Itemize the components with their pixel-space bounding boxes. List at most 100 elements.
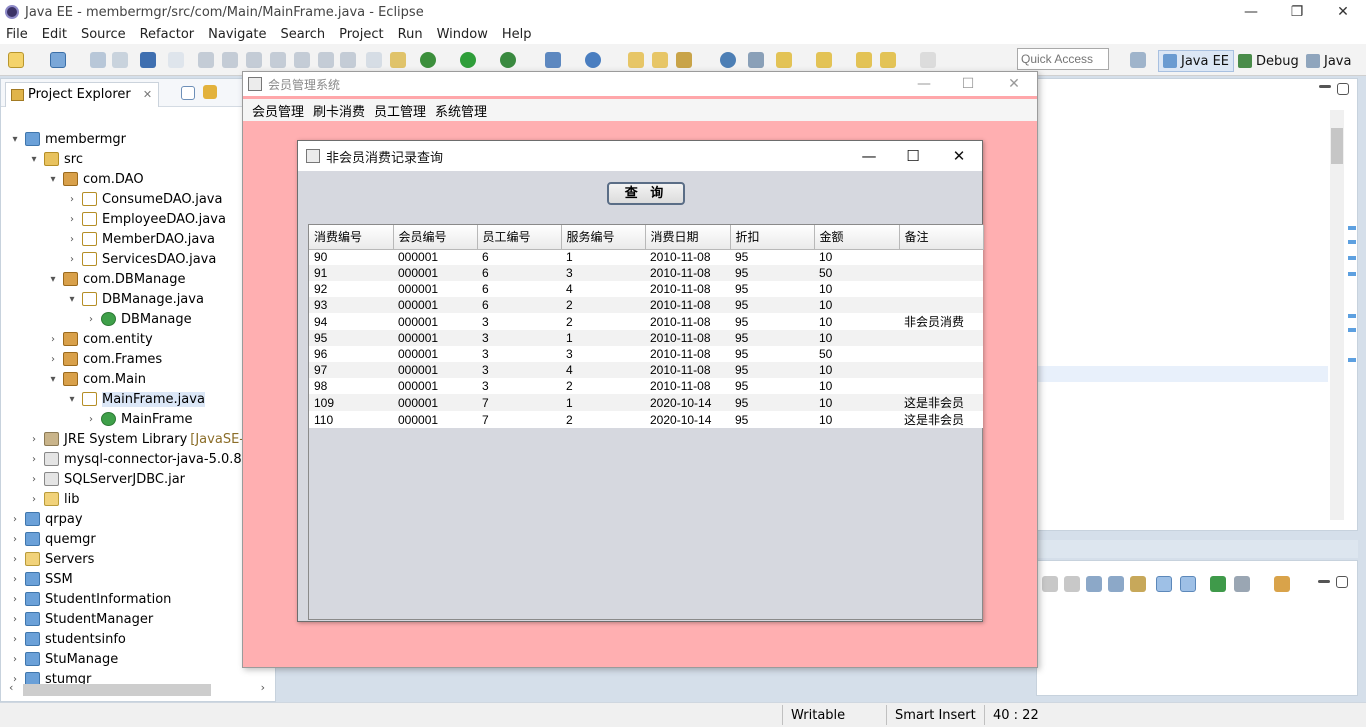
table-cell[interactable]: 95	[309, 330, 393, 346]
table-cell[interactable]: 95	[730, 411, 814, 428]
display-console-icon[interactable]	[1234, 576, 1250, 592]
table-cell[interactable]: 000001	[393, 330, 477, 346]
tree-item[interactable]: ▾ com.Main	[47, 369, 145, 389]
menu-edit[interactable]: Edit	[42, 27, 67, 42]
table-cell[interactable]: 000001	[393, 411, 477, 428]
perspective-java-ee[interactable]: Java EE	[1158, 50, 1235, 72]
tree-item[interactable]: › qrpay	[9, 509, 83, 529]
menu-card-consumption[interactable]: 刷卡消费	[313, 101, 365, 120]
tree-item[interactable]: › lib	[28, 489, 79, 509]
table-cell[interactable]: 91	[309, 265, 393, 281]
table-column-header[interactable]: 折扣	[730, 225, 815, 250]
chevron-right-icon[interactable]: ›	[9, 634, 21, 645]
tree-item[interactable]: › MainFrame	[85, 409, 193, 429]
table-cell[interactable]: 1	[561, 249, 645, 265]
overview-marker[interactable]	[1348, 272, 1356, 276]
table-cell[interactable]: 2	[561, 297, 645, 313]
chevron-right-icon[interactable]: ›	[9, 554, 21, 565]
menu-window[interactable]: Window	[437, 27, 488, 42]
table-cell[interactable]: 000001	[393, 394, 477, 411]
menu-employee-management[interactable]: 员工管理	[374, 101, 426, 120]
table-column-header[interactable]: 金额	[814, 225, 900, 250]
table-cell[interactable]: 90	[309, 249, 393, 265]
table-cell[interactable]: 3	[477, 362, 561, 378]
tree-item[interactable]: ▾ DBManage.java	[66, 289, 203, 309]
table-row[interactable]: 109 000001 7 1 2020-10-14 95 10 这是非会员	[309, 394, 983, 411]
maximize-view-icon[interactable]	[1337, 83, 1349, 95]
chevron-down-icon[interactable]: ▾	[47, 374, 59, 385]
table-cell[interactable]: 2010-11-08	[645, 265, 730, 281]
table-cell[interactable]: 6	[477, 281, 561, 297]
drop-to-frame-icon[interactable]	[340, 52, 356, 68]
scroll-right-icon[interactable]: ›	[261, 681, 265, 694]
terminate-icon[interactable]	[246, 52, 262, 68]
menu-refactor[interactable]: Refactor	[140, 27, 195, 42]
table-cell[interactable]: 这是非会员	[899, 394, 983, 411]
table-cell[interactable]: 95	[730, 330, 814, 346]
table-cell[interactable]: 50	[814, 265, 899, 281]
table-cell[interactable]: 10	[814, 313, 899, 330]
table-cell[interactable]: 94	[309, 313, 393, 330]
table-cell[interactable]: 2	[561, 411, 645, 428]
chevron-right-icon[interactable]: ›	[9, 614, 21, 625]
table-cell[interactable]: 000001	[393, 378, 477, 394]
chevron-right-icon[interactable]: ›	[85, 414, 97, 425]
chevron-down-icon[interactable]: ▾	[66, 394, 78, 405]
table-cell[interactable]: 2010-11-08	[645, 378, 730, 394]
last-edit-location-icon[interactable]	[856, 52, 872, 68]
table-cell[interactable]: 95	[730, 313, 814, 330]
chevron-right-icon[interactable]: ›	[28, 474, 40, 485]
table-cell[interactable]: 95	[730, 265, 814, 281]
collapse-all-icon[interactable]	[181, 86, 195, 100]
tree-item[interactable]: › Servers	[9, 549, 94, 569]
table-cell[interactable]: 非会员消费	[899, 313, 983, 330]
menu-system-management[interactable]: 系统管理	[435, 101, 487, 120]
open-console-menu-icon[interactable]	[1274, 576, 1290, 592]
tree-item[interactable]: › StudentManager	[9, 609, 153, 629]
table-row[interactable]: 93 000001 6 2 2010-11-08 95 10	[309, 297, 983, 313]
table-cell[interactable]: 10	[814, 411, 899, 428]
table-cell[interactable]: 110	[309, 411, 393, 428]
forward-icon[interactable]	[920, 52, 936, 68]
chevron-right-icon[interactable]: ›	[66, 194, 78, 205]
tree-item[interactable]: › com.entity	[47, 329, 153, 349]
table-row[interactable]: 95 000001 3 1 2010-11-08 95 10	[309, 330, 983, 346]
tree-item[interactable]: ▾ src	[28, 149, 83, 169]
chevron-down-icon[interactable]: ▾	[47, 174, 59, 185]
step-return-icon[interactable]	[318, 52, 334, 68]
scroll-left-icon[interactable]: ‹	[9, 681, 13, 694]
tree-item[interactable]: ▾ MainFrame.java	[66, 389, 205, 409]
menu-project[interactable]: Project	[339, 27, 383, 42]
step-over-icon[interactable]	[294, 52, 310, 68]
table-row[interactable]: 90 000001 6 1 2010-11-08 95 10	[309, 249, 983, 265]
open-task-icon[interactable]	[652, 52, 668, 68]
tree-item[interactable]: › StuManage	[9, 649, 118, 669]
word-wrap-icon[interactable]	[1108, 576, 1124, 592]
table-cell[interactable]: 10	[814, 330, 899, 346]
overview-marker[interactable]	[1348, 358, 1356, 362]
scrollbar-thumb[interactable]	[1331, 128, 1343, 164]
table-cell[interactable]: 000001	[393, 362, 477, 378]
tree-item[interactable]: › ConsumeDAO.java	[66, 189, 222, 209]
table-cell[interactable]: 2010-11-08	[645, 313, 730, 330]
table-cell[interactable]: 000001	[393, 297, 477, 313]
minimize-view-icon[interactable]	[1318, 580, 1330, 583]
chevron-right-icon[interactable]: ›	[66, 234, 78, 245]
table-cell[interactable]: 95	[730, 281, 814, 297]
menu-run[interactable]: Run	[398, 27, 423, 42]
new-server-icon[interactable]	[545, 52, 561, 68]
run-external-icon[interactable]	[500, 52, 516, 68]
table-column-header[interactable]: 备注	[899, 225, 984, 250]
overview-marker[interactable]	[1348, 240, 1356, 244]
save-icon[interactable]	[90, 52, 106, 68]
table-cell[interactable]: 95	[730, 346, 814, 362]
overview-marker[interactable]	[1348, 226, 1356, 230]
table-column-header[interactable]: 消费日期	[645, 225, 731, 250]
table-cell[interactable]: 4	[561, 362, 645, 378]
tree-item[interactable]: › DBManage	[85, 309, 192, 329]
table-cell[interactable]: 4	[561, 281, 645, 297]
table-cell[interactable]: 10	[814, 281, 899, 297]
chevron-down-icon[interactable]: ▾	[28, 154, 40, 165]
table-cell[interactable]: 10	[814, 394, 899, 411]
table-cell[interactable]: 10	[814, 297, 899, 313]
